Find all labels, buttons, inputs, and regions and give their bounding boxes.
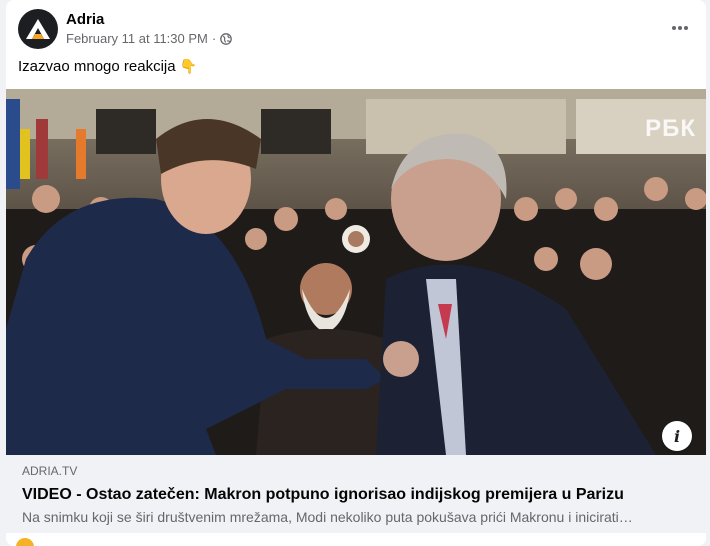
link-headline[interactable]: VIDEO - Ostao zatečen: Makron potpuno ig… [22, 485, 694, 505]
link-preview[interactable]: ADRIA.TV VIDEO - Ostao zatečen: Makron p… [6, 455, 706, 533]
more-options-button[interactable] [664, 12, 696, 44]
pointing-down-emoji-icon: 👇 [179, 58, 198, 74]
post-card: Adria February 11 at 11:30 PM · Izazvao … [6, 0, 706, 546]
reaction-emoji-icon[interactable] [16, 538, 34, 546]
post-caption: Izazvao mnogo reakcija 👇 [18, 58, 197, 75]
post-timestamp[interactable]: February 11 at 11:30 PM [66, 31, 208, 46]
page-avatar[interactable] [18, 9, 58, 49]
post-image[interactable]: РБК i [6, 89, 706, 455]
rbk-watermark: РБК [645, 115, 696, 142]
link-domain: ADRIA.TV [22, 464, 78, 478]
info-button[interactable]: i [662, 421, 692, 451]
post-header: Adria February 11 at 11:30 PM · [6, 0, 706, 56]
post-meta: February 11 at 11:30 PM · [66, 31, 233, 46]
link-description: Na snimku koji se širi društvenim mrežam… [22, 509, 633, 525]
scene-illustration [6, 89, 706, 455]
page-name[interactable]: Adria [66, 11, 104, 28]
more-horizontal-icon [672, 26, 688, 30]
meta-separator: · [211, 31, 217, 46]
caption-text: Izazvao mnogo reakcija [18, 58, 176, 75]
globe-icon [220, 32, 233, 45]
adria-logo-icon [26, 19, 50, 39]
